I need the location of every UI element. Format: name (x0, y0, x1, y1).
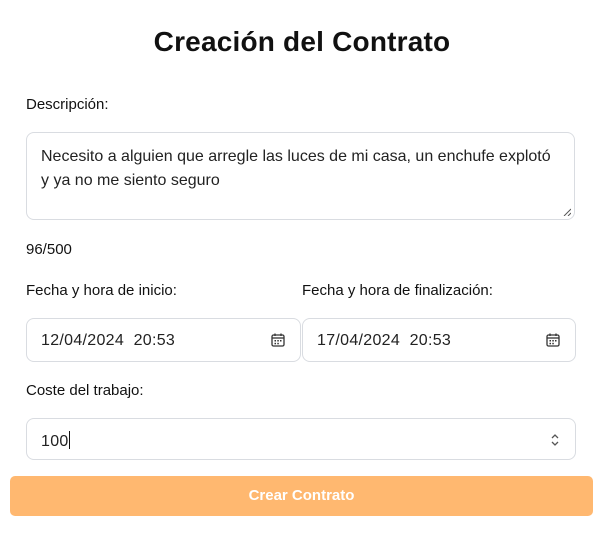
number-spinner-icon[interactable] (551, 432, 559, 448)
end-datetime-input[interactable]: 17/04/2024 20:53 (302, 318, 576, 362)
end-datetime-value: 17/04/2024 20:53 (317, 332, 452, 349)
cost-value-wrap: 100 (41, 431, 70, 451)
page-title: Creación del Contrato (153, 26, 451, 57)
calendar-icon[interactable] (271, 333, 285, 347)
end-datetime-label: Fecha y hora de finalización: (302, 282, 493, 299)
description-textarea[interactable]: Necesito a alguien que arregle las luces… (26, 132, 575, 220)
resize-grip-icon[interactable] (563, 208, 571, 216)
description-label: Descripción: (26, 96, 109, 113)
text-caret (68, 431, 70, 449)
description-text: Necesito a alguien que arregle las luces… (41, 148, 551, 189)
create-contract-button[interactable]: Crear Contrato (10, 476, 593, 516)
cost-label: Coste del trabajo: (26, 382, 144, 399)
cost-value: 100 (41, 433, 69, 450)
cost-input[interactable]: 100 (26, 418, 576, 460)
calendar-icon[interactable] (546, 333, 560, 347)
start-datetime-value: 12/04/2024 20:53 (41, 332, 176, 349)
char-counter: 96/500 (26, 241, 72, 258)
start-datetime-label: Fecha y hora de inicio: (26, 282, 177, 299)
start-datetime-input[interactable]: 12/04/2024 20:53 (26, 318, 301, 362)
